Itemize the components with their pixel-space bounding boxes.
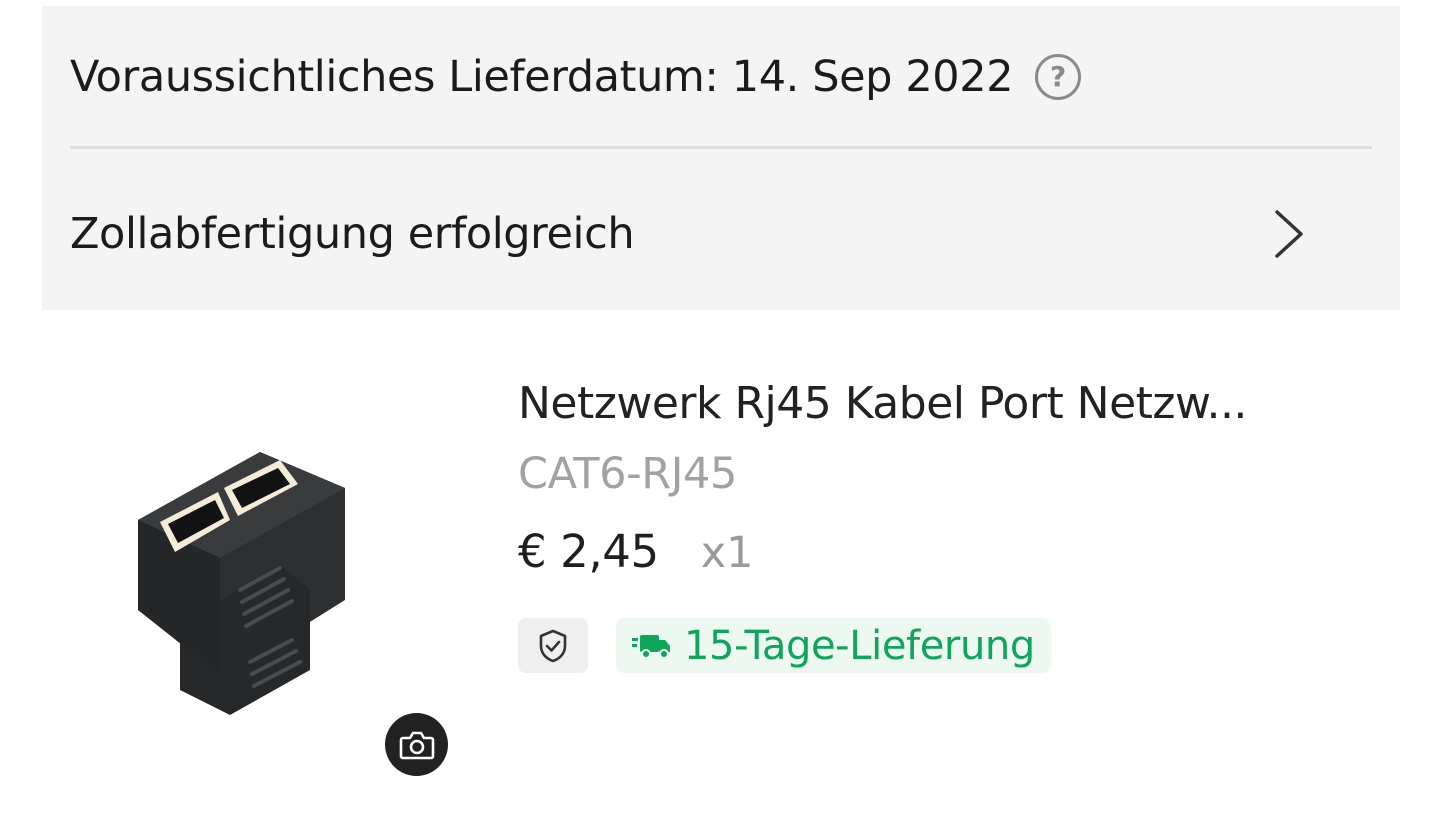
delivery-estimate-row: Voraussichtliches Lieferdatum: 14. Sep 2… [70,42,1372,112]
truck-icon [632,634,670,659]
product-price: € 2,45 [518,525,659,578]
divider [70,146,1372,149]
delivery-badge[interactable]: 15-Tage-Lieferung [616,618,1051,673]
order-status-card: Voraussichtliches Lieferdatum: 14. Sep 2… [42,6,1400,310]
shield-check-icon [539,629,567,662]
rj45-splitter-product-image[interactable] [120,440,370,720]
product-quantity: x1 [700,528,754,578]
order-product-item[interactable]: Netzwerk Rj45 Kabel Port Netzw... CAT6-R… [0,330,1440,829]
customs-status-row[interactable]: Zollabfertigung erfolgreich [70,196,1372,272]
product-badges: 15-Tage-Lieferung [518,618,1398,673]
customs-status-text: Zollabfertigung erfolgreich [70,209,635,259]
product-title[interactable]: Netzwerk Rj45 Kabel Port Netzw... [518,378,1298,429]
question-circle-icon[interactable]: ? [1035,54,1082,100]
camera-button[interactable] [385,713,448,776]
product-sku: CAT6-RJ45 [518,449,737,499]
product-details: Netzwerk Rj45 Kabel Port Netzw... CAT6-R… [518,378,1398,673]
delivery-label: 15-Tage-Lieferung [684,622,1035,669]
price-row: € 2,45 x1 [518,525,1398,578]
chevron-right-icon [1275,210,1303,258]
delivery-estimate-text: Voraussichtliches Lieferdatum: 14. Sep 2… [70,52,1014,102]
camera-icon [399,731,434,759]
guarantee-badge[interactable] [518,618,588,673]
